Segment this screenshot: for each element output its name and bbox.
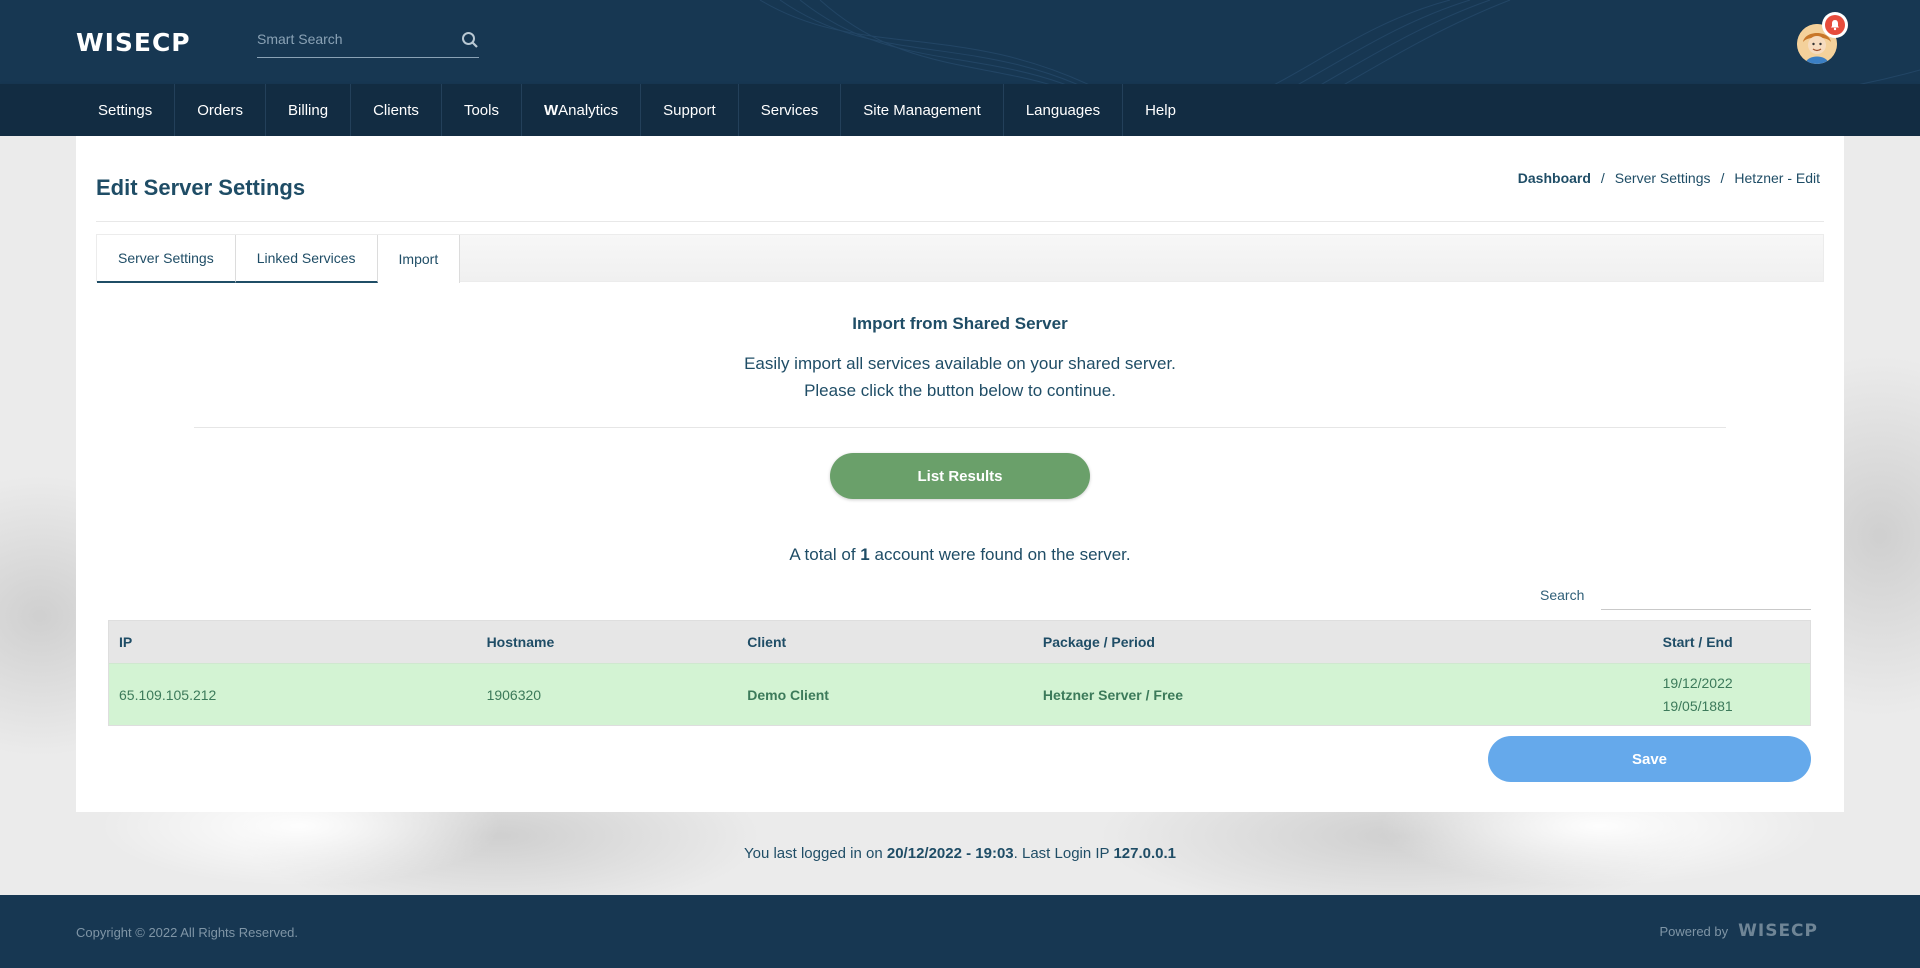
nav-label: Support bbox=[663, 101, 716, 119]
save-button[interactable]: Save bbox=[1488, 736, 1811, 782]
page-title: Edit Server Settings bbox=[96, 175, 306, 200]
breadcrumb-separator: / bbox=[1720, 170, 1725, 186]
nav-label: Help bbox=[1145, 101, 1176, 119]
footer-wisecp-logo[interactable]: WISECP bbox=[1738, 921, 1818, 941]
breadcrumb-dashboard[interactable]: Dashboard bbox=[1518, 170, 1591, 186]
nav-item-settings[interactable]: Settings bbox=[76, 84, 176, 136]
main-navigation: Settings Orders Billing Clients Tools WA… bbox=[0, 84, 1920, 136]
nav-item-clients[interactable]: Clients bbox=[351, 84, 442, 136]
nav-label: Site Management bbox=[863, 101, 981, 119]
column-header-package[interactable]: Package / Period bbox=[1033, 634, 1585, 650]
title-divider bbox=[96, 221, 1824, 222]
nav-item-tools[interactable]: Tools bbox=[442, 84, 522, 136]
accounts-table: IP Hostname Client Package / Period Star… bbox=[108, 620, 1811, 726]
bell-icon bbox=[1831, 20, 1839, 31]
page-footer: Copyright © 2022 All Rights Reserved. Po… bbox=[0, 895, 1920, 968]
column-header-ip[interactable]: IP bbox=[109, 634, 477, 650]
import-description: Easily import all services available on … bbox=[0, 350, 1920, 404]
cell-end-date: 19/05/1881 bbox=[1662, 697, 1733, 714]
import-description-line: Please click the button below to continu… bbox=[804, 381, 1116, 400]
section-divider bbox=[194, 427, 1726, 428]
breadcrumb-separator: / bbox=[1600, 170, 1605, 186]
tab-server-settings[interactable]: Server Settings bbox=[97, 235, 236, 283]
import-description-line: Easily import all services available on … bbox=[744, 354, 1176, 373]
table-row[interactable]: 65.109.105.212 1906320 Demo Client Hetzn… bbox=[109, 663, 1810, 725]
table-search-label: Search bbox=[1540, 587, 1585, 603]
nav-item-billing[interactable]: Billing bbox=[266, 84, 352, 136]
list-results-button[interactable]: List Results bbox=[830, 453, 1090, 499]
copyright-text: Copyright © 2022 All Rights Reserved. bbox=[76, 925, 299, 940]
search-icon[interactable] bbox=[461, 31, 479, 49]
cell-hostname: 1906320 bbox=[486, 686, 542, 703]
nav-item-wanalytics[interactable]: W Analytics bbox=[522, 84, 642, 136]
table-header: IP Hostname Client Package / Period Star… bbox=[109, 621, 1810, 663]
cell-start-end: 19/12/2022 19/05/1881 bbox=[1585, 672, 1810, 718]
nav-label: Languages bbox=[1025, 101, 1101, 119]
cell-client[interactable]: Demo Client bbox=[737, 687, 1033, 703]
table-search-input[interactable] bbox=[1601, 578, 1811, 610]
tab-linked-services[interactable]: Linked Services bbox=[235, 235, 378, 283]
smart-search bbox=[257, 24, 479, 58]
nav-item-orders[interactable]: Orders bbox=[175, 84, 267, 136]
nav-item-help[interactable]: Help bbox=[1123, 84, 1198, 136]
column-header-start-end[interactable]: Start / End bbox=[1585, 634, 1810, 650]
last-login-ip: 127.0.0.1 bbox=[1113, 845, 1177, 862]
top-header: WISECP bbox=[0, 0, 1920, 84]
wisecp-logo[interactable]: WISECP bbox=[76, 28, 191, 57]
powered-by: Powered by WISECP bbox=[1659, 921, 1818, 941]
total-count: 1 bbox=[860, 545, 870, 564]
smart-search-input[interactable] bbox=[257, 24, 447, 54]
cell-ip: 65.109.105.212 bbox=[119, 686, 217, 703]
last-login-middle: . Last Login IP bbox=[1013, 845, 1114, 862]
tab-label: Import bbox=[398, 251, 439, 267]
nav-label: Tools bbox=[463, 101, 499, 119]
nav-label: Settings bbox=[98, 101, 153, 119]
nav-item-support[interactable]: Support bbox=[641, 84, 739, 136]
last-login-datetime: 20/12/2022 - 19:03 bbox=[886, 845, 1014, 862]
nav-label: Orders bbox=[197, 101, 244, 119]
nav-item-site-management[interactable]: Site Management bbox=[841, 84, 1004, 136]
nav-label-bold: W bbox=[543, 101, 559, 119]
nav-item-languages[interactable]: Languages bbox=[1004, 84, 1124, 136]
accounts-found-text: A total of 1 account were found on the s… bbox=[0, 545, 1920, 565]
import-section-title: Import from Shared Server bbox=[852, 314, 1068, 333]
column-header-client[interactable]: Client bbox=[737, 634, 1033, 650]
nav-label: Analytics bbox=[558, 101, 619, 119]
breadcrumb-current: Hetzner - Edit bbox=[1734, 170, 1820, 186]
nav-label: Billing bbox=[288, 101, 329, 119]
tab-label: Linked Services bbox=[256, 250, 356, 266]
nav-label: Clients bbox=[373, 101, 419, 119]
nav-label: Services bbox=[760, 101, 819, 119]
column-header-hostname[interactable]: Hostname bbox=[477, 634, 738, 650]
breadcrumb: Dashboard / Server Settings / Hetzner - … bbox=[1518, 170, 1820, 186]
last-login-info: You last logged in on 20/12/2022 - 19:03… bbox=[0, 845, 1920, 862]
nav-item-services[interactable]: Services bbox=[739, 84, 842, 136]
tab-label: Server Settings bbox=[118, 250, 214, 266]
tab-import[interactable]: Import bbox=[377, 235, 461, 283]
total-prefix: A total of bbox=[789, 545, 861, 564]
total-suffix: account were found on the server. bbox=[869, 545, 1131, 564]
breadcrumb-server-settings[interactable]: Server Settings bbox=[1615, 170, 1711, 186]
tab-bar: Server Settings Linked Services Import bbox=[96, 234, 1824, 283]
powered-by-label: Powered by bbox=[1659, 923, 1729, 939]
cell-package[interactable]: Hetzner Server / Free bbox=[1033, 687, 1585, 703]
last-login-prefix: You last logged in on bbox=[743, 845, 887, 862]
notification-badge[interactable] bbox=[1822, 12, 1848, 38]
cell-start-date: 19/12/2022 bbox=[1662, 674, 1733, 691]
